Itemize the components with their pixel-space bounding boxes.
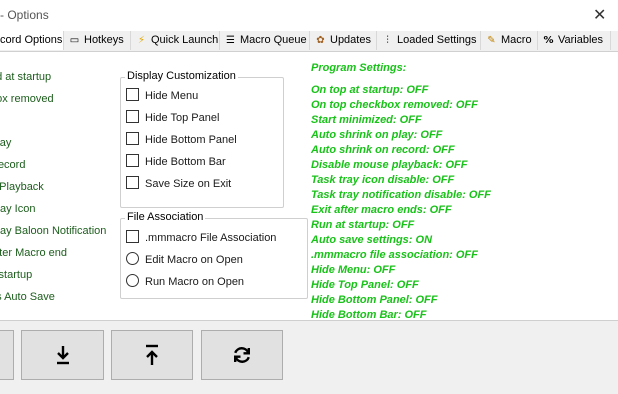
setting-line: Run at startup: OFF [311,219,415,231]
option-exit-after-macro[interactable]: after Macro end [0,247,67,259]
mmmacro-association-label: .mmmacro File Association [145,232,277,244]
list-icon: ☰ [226,35,235,46]
sliders-icon: ⫶ [386,35,389,46]
setting-line: On top checkbox removed: OFF [311,99,478,111]
option-on-top-startup[interactable]: ed at startup [0,71,51,83]
option-settings-auto-save[interactable]: gs Auto Save [0,291,55,303]
options-panel: ed at startup box removed d Play Record … [0,52,618,321]
setting-line: Auto shrink on play: OFF [311,129,443,141]
hide-top-panel-label: Hide Top Panel [145,112,220,124]
run-macro-on-open-radio[interactable]: Run Macro on Open [126,274,244,290]
upload-arrow-icon [146,344,158,365]
setting-line: Hide Menu: OFF [311,264,396,276]
file-association-title: File Association [125,211,206,223]
option-tray-notification[interactable]: Tray Baloon Notification [0,225,106,237]
tab-label: cord Options [0,34,63,46]
display-customization-group: Display Customization Hide Menu Hide Top… [120,70,284,208]
run-macro-on-open-label: Run Macro on Open [145,276,245,288]
setting-line: Start minimized: OFF [311,114,422,126]
refresh-icon [234,347,250,363]
tab-label: Macro Queue [240,34,307,46]
hide-top-panel-checkbox[interactable]: Hide Top Panel [126,110,219,126]
title-bar: o - Options ✕ [0,0,618,31]
hide-menu-checkbox[interactable]: Hide Menu [126,88,198,104]
tab-quick-launch[interactable]: ⚡ Quick Launch [131,31,220,50]
tab-hotkeys[interactable]: ▭ Hotkeys [64,31,131,50]
setting-line: Hide Bottom Panel: OFF [311,294,438,306]
lightning-icon: ⚡ [137,35,146,46]
tab-record-options[interactable]: cord Options [0,31,64,50]
checkbox-box[interactable] [126,110,139,123]
checkbox-box[interactable] [126,230,139,243]
refresh-button[interactable] [201,330,283,380]
setting-line: Hide Bottom Bar: OFF [311,309,427,321]
tab-label: Macro [501,34,532,46]
keyboard-icon: ▭ [69,35,80,46]
percent-icon: % [543,35,554,46]
option-tray-icon[interactable]: Tray Icon [0,203,35,215]
setting-line: Exit after macro ends: OFF [311,204,452,216]
edit-macro-on-open-radio[interactable]: Edit Macro on Open [126,252,243,268]
tab-label: Hotkeys [84,34,124,46]
checkbox-box[interactable] [126,154,139,167]
import-button[interactable] [21,330,104,380]
option-run-at-startup[interactable]: s startup [0,269,32,281]
option-disable-mouse-playback[interactable]: e Playback [0,181,44,193]
partial-button[interactable] [0,330,14,380]
bottom-edge [0,388,618,394]
setting-line: Disable mouse playback: OFF [311,159,468,171]
tab-more[interactable]: • [611,31,618,50]
setting-line: Auto save settings: ON [311,234,433,246]
file-association-group: File Association .mmmacro File Associati… [120,211,308,299]
setting-line: .mmmacro file association: OFF [311,249,478,261]
option-auto-shrink-play[interactable]: Play [0,137,11,149]
pencil-icon: ✎ [487,35,496,46]
tab-label: Updates [330,34,371,46]
radio-circle[interactable] [126,252,139,265]
tab-label: Loaded Settings [397,34,477,46]
save-size-on-exit-label: Save Size on Exit [145,178,232,190]
setting-line: Auto shrink on record: OFF [311,144,455,156]
updates-icon: ✿ [316,35,325,46]
tab-label: Quick Launch [151,34,219,46]
setting-line: Task tray icon disable: OFF [311,174,455,186]
settings-heading: Program Settings: [311,62,407,74]
tab-updates[interactable]: ✿ Updates [310,31,377,50]
option-on-top-checkbox-removed[interactable]: box removed [0,93,54,105]
display-customization-title: Display Customization [125,70,238,82]
mmmacro-association-checkbox[interactable]: .mmmacro File Association [126,230,276,246]
setting-line: On top at startup: OFF [311,84,429,96]
tab-variables[interactable]: % Variables [538,31,611,50]
export-button[interactable] [111,330,193,380]
tab-macro-queue[interactable]: ☰ Macro Queue [220,31,310,50]
hide-bottom-panel-checkbox[interactable]: Hide Bottom Panel [126,132,237,148]
window-title: o - Options [0,8,49,22]
close-icon[interactable]: ✕ [593,5,606,24]
checkbox-box[interactable] [126,176,139,189]
download-arrow-icon [56,346,69,365]
radio-circle[interactable] [126,274,139,287]
tab-loaded-settings[interactable]: ⫶ Loaded Settings [377,31,481,50]
hide-bottom-panel-label: Hide Bottom Panel [145,134,237,146]
save-size-on-exit-checkbox[interactable]: Save Size on Exit [126,176,231,192]
setting-line: Task tray notification disable: OFF [311,189,491,201]
checkbox-box[interactable] [126,88,139,101]
tab-label: Variables [558,34,604,46]
edit-macro-on-open-label: Edit Macro on Open [145,254,243,266]
checkbox-box[interactable] [126,132,139,145]
tab-bar: cord Options ▭ Hotkeys ⚡ Quick Launch ☰ Mac… [0,31,618,52]
hide-bottom-bar-label: Hide Bottom Bar [145,156,226,168]
option-auto-shrink-record[interactable]: Record [0,159,25,171]
hide-bottom-bar-checkbox[interactable]: Hide Bottom Bar [126,154,226,170]
setting-line: Hide Top Panel: OFF [311,279,419,291]
hide-menu-label: Hide Menu [145,90,199,102]
tab-macro[interactable]: ✎ Macro [481,31,538,50]
